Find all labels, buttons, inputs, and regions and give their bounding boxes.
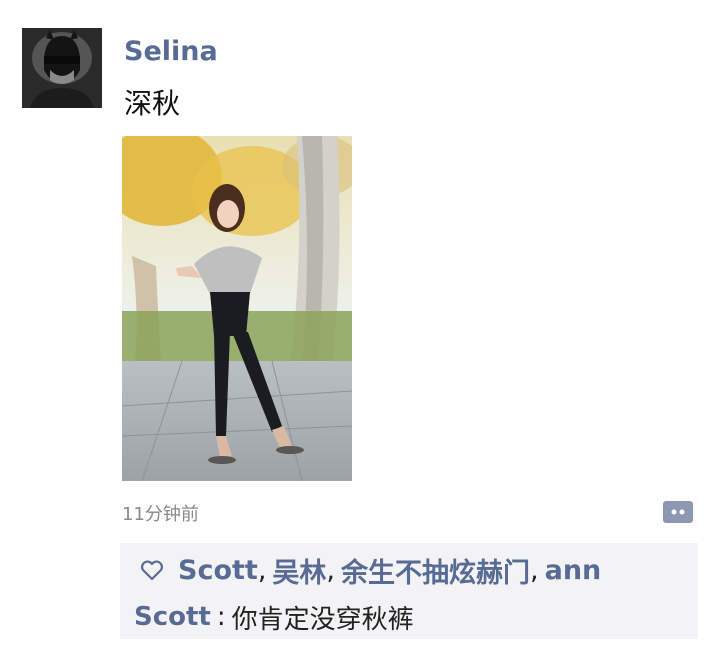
liker-separator: , xyxy=(326,554,336,586)
masked-person-avatar-icon xyxy=(22,28,102,108)
liker-name-link[interactable]: 吴林 xyxy=(272,551,326,590)
more-actions-button[interactable] xyxy=(663,501,693,523)
post-photo[interactable] xyxy=(122,136,352,481)
woman-standing-photo-icon xyxy=(122,136,352,481)
timestamp: 11分钟前 xyxy=(122,504,199,525)
post-text: 深秋 xyxy=(124,87,181,120)
comment-separator: : xyxy=(216,602,226,632)
liker-name-link[interactable]: 余生不抽炫赫门 xyxy=(341,551,530,590)
ellipsis-icon xyxy=(671,509,685,515)
likes-row: Scott , 吴林 , 余生不抽炫赫门 , ann xyxy=(140,551,602,590)
username-link[interactable]: Selina xyxy=(124,36,218,67)
comment-row[interactable]: Scott : 你肯定没穿秋裤 xyxy=(134,599,414,635)
interaction-panel: Scott , 吴林 , 余生不抽炫赫门 , ann Scott : 你肯定没穿… xyxy=(120,543,698,639)
comment-text: 你肯定没穿秋裤 xyxy=(231,604,414,635)
liker-name-link[interactable]: Scott xyxy=(178,555,258,586)
heart-outline-icon xyxy=(141,560,163,581)
avatar[interactable] xyxy=(22,28,102,108)
comment-author-link[interactable]: Scott xyxy=(134,602,211,632)
liker-separator: , xyxy=(257,554,267,586)
liker-name-link[interactable]: ann xyxy=(545,555,602,586)
liker-separator: , xyxy=(530,554,539,586)
